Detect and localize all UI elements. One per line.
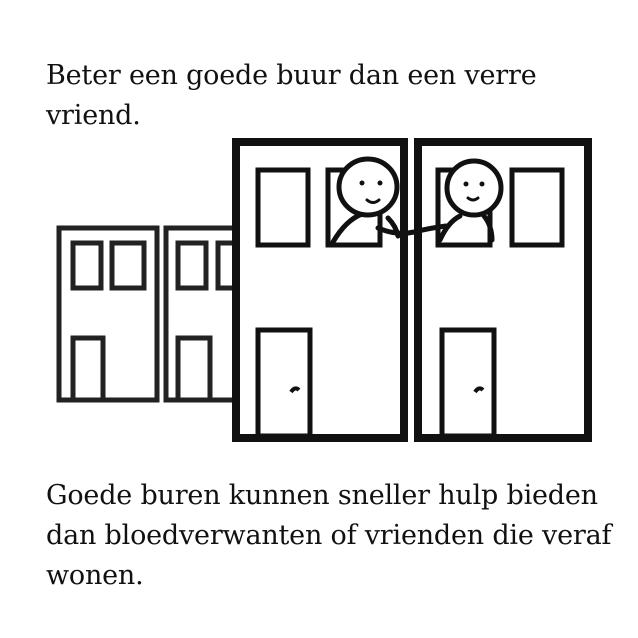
neighbors-illustration [56, 138, 592, 442]
far-house-icon [163, 225, 241, 403]
proverb-card: Beter een goede buur dan een verre vrien… [0, 0, 638, 638]
proverb-text: Beter een goede buur dan een verre vrien… [46, 60, 537, 131]
far-house-icon [56, 225, 160, 403]
explanation-text: Goede buren kunnen sneller hulp bieden d… [46, 480, 612, 591]
